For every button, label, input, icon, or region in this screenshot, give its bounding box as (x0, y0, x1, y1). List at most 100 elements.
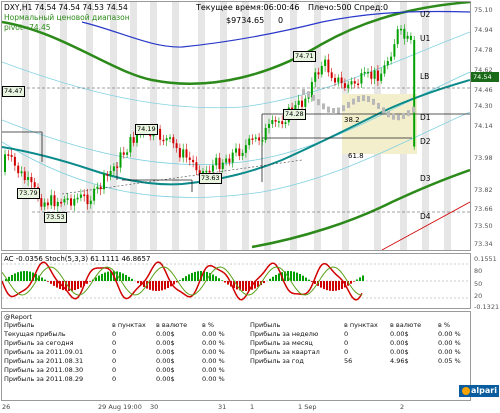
osc-scale-50: 50 (474, 280, 483, 288)
price-tag-mid: 74.28 (283, 109, 306, 120)
candle-body (314, 72, 317, 82)
level-d1: D1 (420, 113, 431, 122)
candle-body (43, 202, 46, 207)
candle-body (119, 152, 122, 168)
candle-body (178, 148, 181, 158)
candle-body (241, 152, 244, 156)
projection-candle (367, 96, 370, 103)
candle-body (301, 100, 303, 107)
ac-bar (275, 274, 277, 281)
candle-body (169, 137, 171, 139)
ac-bar (191, 272, 193, 281)
report-cell: 0 (112, 348, 117, 356)
ac-bar (53, 281, 55, 286)
price-tag-left: 73.79 (17, 188, 40, 199)
level-u1: U1 (420, 34, 431, 43)
logo-mark (462, 387, 470, 395)
ac-bar (356, 279, 358, 281)
candle-body (231, 152, 234, 163)
report-cell: Прибыль за квартал (250, 348, 320, 356)
ac-bar (188, 274, 190, 281)
candle-body (370, 71, 373, 79)
ac-bar (26, 271, 28, 281)
report-cell: Прибыль за 2011.09.01 (4, 348, 84, 356)
ac-bar (212, 274, 214, 281)
ac-bar (323, 281, 325, 290)
projection-candle (352, 98, 355, 105)
price-scale-label: 74.30 (474, 102, 493, 110)
candle-body (70, 198, 72, 206)
projection-candle (322, 103, 325, 110)
ac-bar (350, 281, 352, 284)
price-scale-label: 73.66 (474, 205, 493, 213)
ac-bar (242, 281, 244, 291)
candle-body (393, 44, 396, 57)
ac-bar (353, 281, 355, 282)
ac-bar (137, 281, 139, 284)
candle-body (235, 148, 237, 153)
report-cell: Прибыль за 2011.08.31 (4, 357, 84, 365)
ac-bar (152, 281, 154, 291)
candle-body (340, 77, 343, 84)
candle-body (386, 61, 389, 66)
ac-bar (122, 273, 124, 281)
time-label: 26 (2, 403, 11, 411)
report-header-cell: Прибыль (250, 321, 281, 329)
price-chart[interactable] (2, 2, 470, 250)
ac-bar (47, 281, 49, 282)
osc-scale-max: 0.1551 (474, 255, 497, 263)
ac-bar (158, 281, 160, 291)
candle-body (188, 157, 191, 160)
osc-scale-20: 20 (474, 292, 483, 300)
time-label: 2 (400, 403, 405, 411)
candle-body (254, 137, 257, 139)
report-cell: 0.00 % (202, 330, 225, 338)
candle-body (277, 121, 280, 123)
report-cell: 0.05 % (438, 357, 461, 365)
report-cell: 0 (112, 366, 117, 374)
candle-body (99, 186, 102, 190)
report-cell: 0.00 % (202, 339, 225, 347)
candle-body (116, 166, 119, 168)
ac-bar (218, 278, 220, 281)
candle-body (132, 137, 135, 143)
candle-body (66, 198, 69, 200)
ac-bar (14, 273, 16, 281)
ac-bar (305, 277, 307, 281)
candle-body (357, 83, 360, 86)
leverage-label: Плечо:500 (308, 3, 352, 12)
candle-body (129, 137, 132, 153)
candle-body (281, 121, 284, 125)
candle-body (324, 59, 327, 66)
candle-body (40, 198, 43, 207)
candle-body (215, 157, 218, 166)
alpari-logo: alpari (459, 385, 499, 397)
ac-bar (23, 271, 25, 281)
ac-bar (311, 281, 313, 282)
upper-band-blue (81, 10, 470, 48)
ac-bar (161, 281, 163, 291)
ac-bar (308, 279, 310, 281)
candle-body (112, 166, 115, 171)
candle-body (4, 154, 6, 172)
projection-candle (382, 107, 385, 114)
candle-body (409, 35, 412, 40)
ac-bar (71, 281, 73, 291)
candle-body (76, 197, 79, 200)
report-cell: Прибыль за неделю (250, 330, 319, 338)
candle-body (126, 152, 129, 155)
candle-body (320, 65, 323, 75)
projection-candle (397, 114, 400, 121)
report-cell: 0.00$ (156, 348, 175, 356)
ac-bar (182, 278, 184, 281)
projection-candle (307, 91, 310, 98)
candle-body (228, 158, 231, 163)
candle-body (251, 138, 254, 140)
price-tag-left-high: 74.19 (135, 124, 158, 135)
ac-bar (185, 276, 187, 281)
candle-body (162, 139, 165, 142)
fib-382-label: 38.2 (344, 116, 360, 124)
candle-body (327, 59, 330, 73)
projection-candle (392, 113, 395, 120)
candle-body (334, 77, 336, 83)
